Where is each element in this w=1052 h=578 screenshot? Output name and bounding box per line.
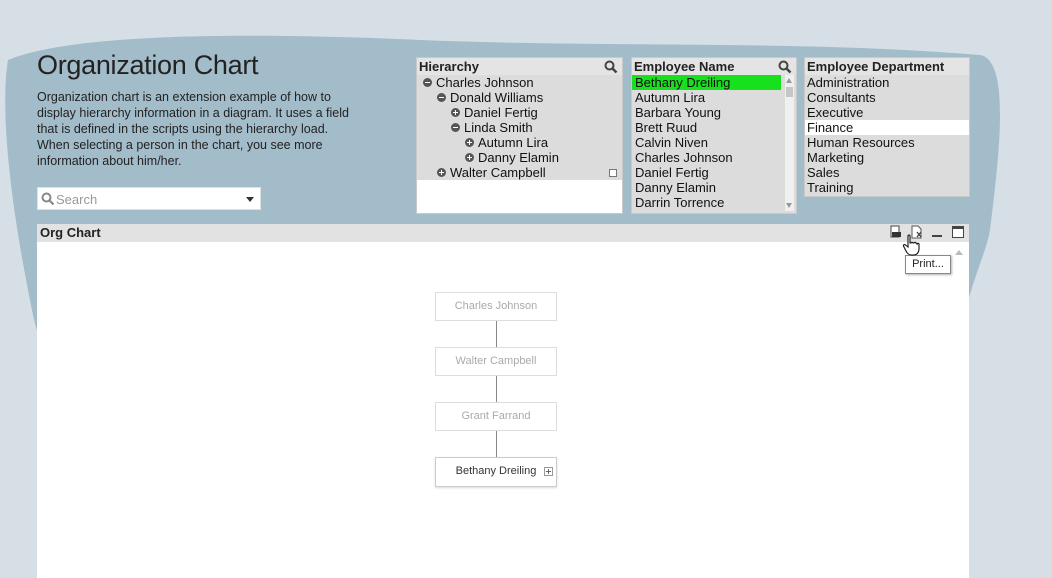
collapse-icon[interactable] [423, 78, 432, 88]
employee-name-item[interactable]: Bethany Dreiling [632, 75, 781, 90]
department-item[interactable]: Executive [805, 105, 969, 120]
expand-icon[interactable] [465, 153, 474, 163]
employee-department-listbox[interactable]: Employee Department Administration Consu… [804, 57, 970, 197]
employee-name-item[interactable]: Darrin Torrence [632, 195, 796, 210]
org-chart-title: Org Chart [40, 225, 101, 240]
search-icon[interactable] [604, 60, 618, 74]
scroll-down-icon[interactable] [786, 203, 792, 208]
hierarchy-item[interactable]: Danny Elamin [417, 150, 622, 165]
search-icon[interactable] [778, 60, 792, 74]
hierarchy-item-label: Charles Johnson [436, 75, 534, 90]
expand-icon[interactable] [465, 138, 474, 148]
minimize-icon[interactable] [930, 225, 944, 239]
department-item[interactable]: Finance [805, 120, 969, 135]
hierarchy-item[interactable]: Donald Williams [417, 90, 622, 105]
page-description: Organization chart is an extension examp… [37, 90, 349, 168]
hierarchy-item[interactable]: Daniel Fertig [417, 105, 622, 120]
hierarchy-item[interactable]: Autumn Lira [417, 135, 622, 150]
search-placeholder: Search [56, 192, 98, 207]
department-item[interactable]: Human Resources [805, 135, 969, 150]
checkbox-icon[interactable] [609, 169, 617, 177]
hierarchy-item-label: Walter Campbell [450, 165, 546, 180]
org-node[interactable]: Charles Johnson [435, 292, 557, 321]
hierarchy-title: Hierarchy [417, 58, 622, 75]
employee-name-listbox[interactable]: Employee Name Bethany Dreiling Autumn Li… [631, 57, 797, 214]
scroll-up-icon[interactable] [955, 250, 963, 255]
expand-icon[interactable] [437, 168, 446, 178]
expand-icon[interactable] [544, 467, 553, 476]
org-node-selected[interactable]: Bethany Dreiling [435, 457, 557, 487]
department-item[interactable]: Administration [805, 75, 969, 90]
hierarchy-item-label: Linda Smith [464, 120, 533, 135]
employee-name-item[interactable]: Brett Ruud [632, 120, 796, 135]
org-node-label: Grant Farrand [461, 410, 531, 422]
employee-name-item[interactable]: Danny Elamin [632, 180, 796, 195]
employee-name-item[interactable]: Autumn Lira [632, 90, 796, 105]
collapse-icon[interactable] [437, 93, 446, 103]
hierarchy-item[interactable]: Linda Smith [417, 120, 622, 135]
print-tooltip: Print... [905, 255, 951, 274]
collapse-icon[interactable] [451, 123, 460, 133]
chevron-down-icon[interactable] [246, 197, 254, 202]
org-node-label: Walter Campbell [455, 355, 537, 367]
hierarchy-item[interactable]: Walter Campbell [417, 165, 622, 180]
connector-line [496, 321, 497, 347]
connector-line [496, 431, 497, 457]
org-node-label: Bethany Dreiling [455, 465, 537, 477]
employee-name-item[interactable]: Charles Johnson [632, 150, 796, 165]
search-box[interactable]: Search [37, 187, 261, 210]
department-item[interactable]: Marketing [805, 150, 969, 165]
hierarchy-listbox[interactable]: Hierarchy Charles Johnson Donald William… [416, 57, 623, 214]
org-chart-canvas: Charles Johnson Walter Campbell Grant Fa… [37, 242, 969, 578]
scroll-up-icon[interactable] [786, 78, 792, 83]
department-item[interactable]: Sales [805, 165, 969, 180]
connector-line [496, 376, 497, 402]
expand-icon[interactable] [451, 108, 460, 118]
scrollbar[interactable] [785, 75, 794, 211]
hierarchy-item-label: Autumn Lira [478, 135, 549, 150]
maximize-icon[interactable] [951, 225, 965, 239]
hierarchy-item-label: Donald Williams [450, 90, 544, 105]
department-item[interactable]: Training [805, 180, 969, 195]
hierarchy-item-label: Danny Elamin [478, 150, 559, 165]
employee-name-title: Employee Name [632, 58, 796, 75]
org-chart-panel: Org Chart Charles Johnson Walter Campbel… [37, 224, 969, 578]
scroll-thumb[interactable] [786, 87, 793, 97]
org-node-label: Charles Johnson [454, 300, 538, 312]
department-item[interactable]: Consultants [805, 90, 969, 105]
employee-department-title: Employee Department [805, 58, 969, 75]
hierarchy-item[interactable]: Charles Johnson [417, 75, 622, 90]
page-title: Organization Chart [37, 50, 259, 80]
org-node[interactable]: Grant Farrand [435, 402, 557, 431]
hierarchy-item-label: Daniel Fertig [464, 105, 538, 120]
search-icon [41, 192, 55, 206]
employee-name-item[interactable]: Barbara Young [632, 105, 796, 120]
org-chart-caption: Org Chart [37, 224, 969, 242]
employee-name-item[interactable]: Calvin Niven [632, 135, 796, 150]
hand-cursor-icon [902, 234, 920, 256]
employee-name-item[interactable]: Daniel Fertig [632, 165, 796, 180]
org-node[interactable]: Walter Campbell [435, 347, 557, 376]
